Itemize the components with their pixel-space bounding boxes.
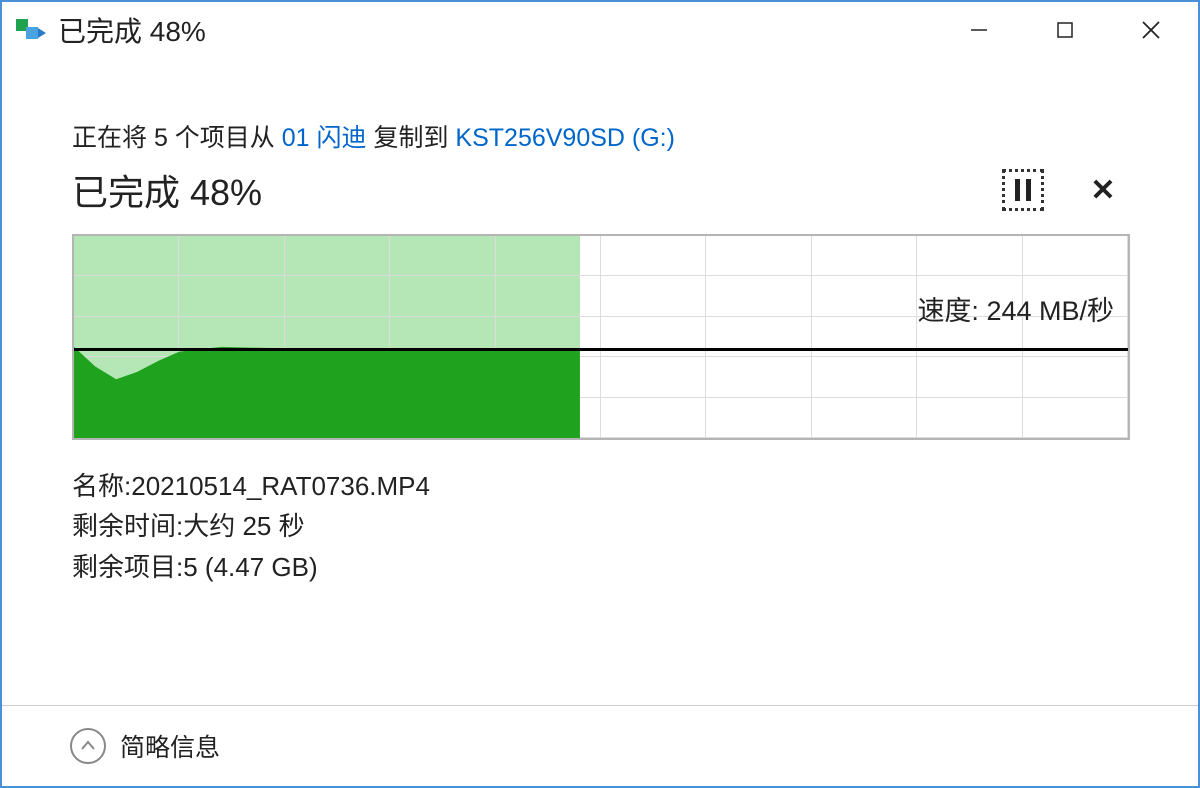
detail-items-label: 剩余项目: <box>72 547 183 587</box>
speed-chart: 速度: 244 MB/秒 <box>72 234 1130 440</box>
pause-button[interactable] <box>1002 169 1044 211</box>
maximize-button[interactable] <box>1022 6 1108 54</box>
copy-prefix: 正在将 5 个项目从 <box>72 124 282 152</box>
cancel-button[interactable]: ✕ <box>1084 173 1122 208</box>
copy-icon <box>16 19 42 41</box>
action-buttons: ✕ <box>1002 169 1130 211</box>
copy-middle: 复制到 <box>367 124 456 152</box>
titlebar: 已完成 48% <box>2 2 1198 58</box>
detail-items: 剩余项目: 5 (4.47 GB) <box>72 547 1130 587</box>
content: 正在将 5 个项目从 01 闪迪 复制到 KST256V90SD (G:) 已完… <box>2 58 1198 705</box>
copy-description: 正在将 5 个项目从 01 闪迪 复制到 KST256V90SD (G:) <box>72 118 1130 154</box>
minimize-button[interactable] <box>936 6 1022 54</box>
speed-label: 速度: 244 MB/秒 <box>917 289 1114 328</box>
chart-area <box>74 236 1128 438</box>
progress-row: 已完成 48% ✕ <box>72 164 1130 216</box>
source-link[interactable]: 01 闪迪 <box>282 124 367 152</box>
copy-dialog: 已完成 48% 正在将 5 个项目从 01 闪迪 复制到 KST256V90SD… <box>0 0 1200 788</box>
progress-text: 已完成 48% <box>72 164 262 216</box>
destination-link[interactable]: KST256V90SD (G:) <box>455 124 675 152</box>
collapse-toggle[interactable] <box>70 728 106 764</box>
details: 名称: 20210514_RAT0736.MP4 剩余时间: 大约 25 秒 剩… <box>72 466 1130 587</box>
chart-speed-line <box>74 348 1128 351</box>
chevron-up-icon <box>79 737 97 755</box>
detail-time-value: 大约 25 秒 <box>183 506 304 546</box>
footer: 简略信息 <box>2 705 1198 786</box>
pause-icon <box>1015 179 1031 201</box>
detail-time-label: 剩余时间: <box>72 506 183 546</box>
close-button[interactable] <box>1108 6 1194 54</box>
detail-name: 名称: 20210514_RAT0736.MP4 <box>72 466 1130 506</box>
window-title: 已完成 48% <box>58 10 936 50</box>
detail-name-value: 20210514_RAT0736.MP4 <box>131 466 430 506</box>
detail-items-value: 5 (4.47 GB) <box>183 547 317 587</box>
footer-label: 简略信息 <box>120 728 220 764</box>
detail-name-label: 名称: <box>72 466 131 506</box>
detail-time: 剩余时间: 大约 25 秒 <box>72 506 1130 546</box>
window-controls <box>936 6 1194 54</box>
